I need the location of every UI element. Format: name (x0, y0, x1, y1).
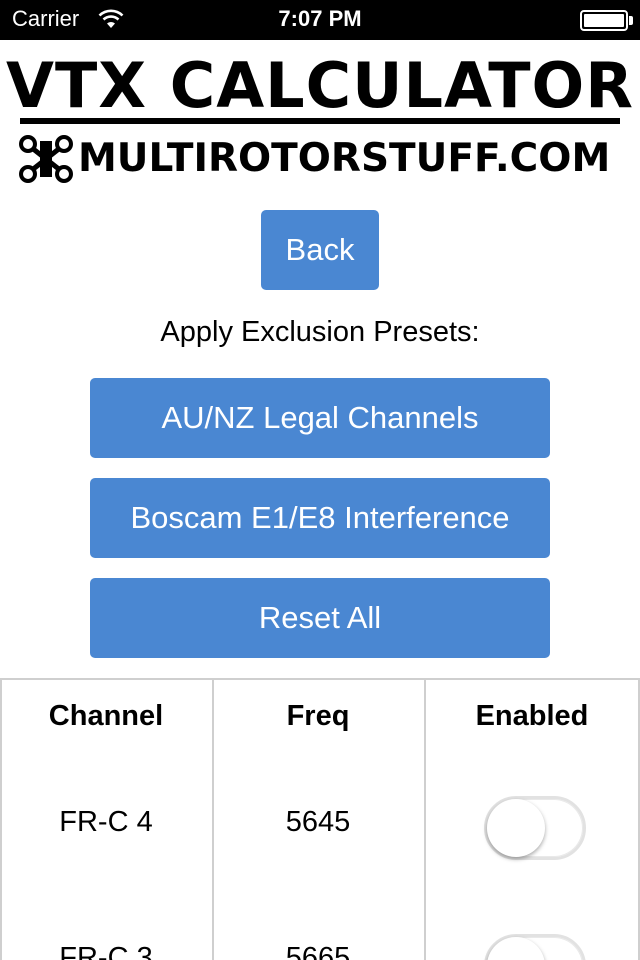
enabled-toggle[interactable] (484, 796, 586, 860)
header-channel: Channel (48, 700, 164, 732)
logo-site: MULTIROTORSTUFF.COM (78, 136, 611, 181)
row-freq: 5665 (285, 942, 351, 960)
logo-divider (20, 118, 620, 124)
row-channel: FR-C 4 (59, 806, 153, 838)
row-channel: FR-C 3 (59, 942, 153, 960)
logo-title: VTX CALCULATOR (6, 49, 634, 122)
battery-icon (580, 10, 628, 31)
header-freq: Freq (286, 700, 350, 732)
toggle-knob (487, 937, 545, 960)
row-freq: 5645 (285, 806, 351, 838)
toggle-knob (487, 799, 545, 857)
au-nz-preset-button[interactable]: AU/NZ Legal Channels (90, 378, 550, 458)
status-time: 7:07 PM (278, 6, 362, 31)
presets-label: Apply Exclusion Presets: (160, 316, 480, 348)
boscam-preset-button[interactable]: Boscam E1/E8 Interference (90, 478, 550, 558)
drone-icon (19, 135, 73, 183)
battery-tip (629, 16, 633, 25)
channel-table: Channel Freq Enabled FR-C 4 5645 FR-C 3 … (0, 678, 640, 960)
status-bar: Carrier 7:07 PM (0, 0, 640, 40)
back-button[interactable]: Back (261, 210, 379, 290)
header-enabled: Enabled (475, 700, 589, 732)
reset-all-button[interactable]: Reset All (90, 578, 550, 658)
enabled-toggle[interactable] (484, 934, 586, 960)
